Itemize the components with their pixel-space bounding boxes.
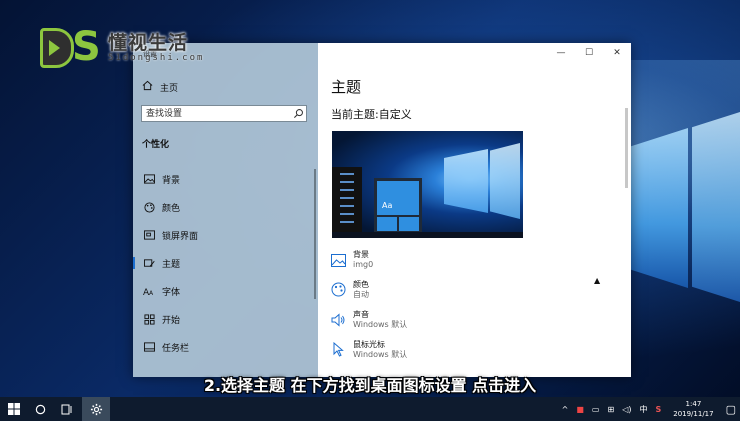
close-button[interactable]: ✕ [603,43,631,63]
preview-tile-text: Aa [382,201,393,210]
system-tray: ^ ■ ▭ ⊞ ◁) 中 S 1:47 2019/11/17 ▢ [558,397,740,421]
maximize-button[interactable]: ☐ [575,43,603,63]
setting-name: 背景 [353,250,369,259]
video-subtitle: 2.选择主题 在下方找到桌面图标设置 点击进入 [203,376,537,395]
speaker-icon [331,312,347,328]
sidebar-item-taskbar[interactable]: 任务栏 [133,333,318,361]
volume-icon[interactable]: ◁) [622,405,631,414]
start-icon [143,313,155,325]
setting-value: Windows 默认 [353,320,408,329]
sidebar-item-background[interactable]: 背景 [133,165,318,193]
wallpaper-window-pane-left [628,128,688,288]
search-box [141,105,307,122]
watermark-logo-icon: S [40,24,102,70]
task-view-button[interactable] [53,397,81,421]
theme-settings-list: 背景 img0 颜色 自动 声音 Windows 默认 鼠标光标 Windows… [331,250,407,370]
window-controls: — ☐ ✕ [547,43,631,63]
sidebar-item-label: 锁屏界面 [162,231,199,242]
search-icon[interactable] [293,104,304,123]
setting-value: Windows 默认 [353,350,408,359]
circle-icon [35,404,45,414]
image-icon [143,173,155,185]
clock[interactable]: 1:47 2019/11/17 [673,399,713,419]
chevron-up-icon[interactable]: ^ [562,405,569,414]
start-button[interactable] [0,397,28,421]
sidebar-item-colors[interactable]: 颜色 [133,193,318,221]
lock-screen-icon [143,229,155,241]
notification-icon[interactable]: ▢ [726,403,736,416]
theme-setting-mouse-cursor[interactable]: 鼠标光标 Windows 默认 [331,340,407,370]
sidebar-item-label: 主题 [162,259,181,270]
theme-setting-color[interactable]: 颜色 自动 [331,280,407,310]
theme-icon [143,257,155,269]
home-icon [142,80,153,94]
network-icon[interactable]: ▭ [592,405,600,414]
current-theme-label: 当前主题:自定义 [331,108,412,121]
preview-sidebar [332,167,362,238]
section-heading: 个性化 [142,140,170,150]
windows-logo-icon [8,403,20,415]
setting-name: 声音 [353,310,369,319]
image-icon [331,252,347,268]
sidebar-home-label: 主页 [160,83,179,94]
preview-taskbar [332,232,523,238]
sidebar-home[interactable]: 主页 [142,80,178,94]
sidebar-item-label: 任务栏 [162,343,190,354]
setting-name: 颜色 [353,280,369,289]
preview-window-pane-right [490,143,520,219]
search-input[interactable] [142,107,293,120]
watermark-title: 懂视生活 [108,32,189,54]
ime-indicator[interactable]: 中 [639,404,647,415]
page-title: 主题 [331,78,362,96]
palette-icon [143,201,155,213]
sidebar-item-label: 背景 [162,175,181,186]
sidebar-item-start[interactable]: 开始 [133,305,318,333]
themes-page: — ☐ ✕ 主题 当前主题:自定义 Aa ▲ 背景 img0 颜色 自动 声音 … [318,43,631,377]
minimize-button[interactable]: — [547,43,575,63]
gear-icon [90,403,102,415]
sogou-icon[interactable]: S [655,405,661,414]
preview-window-pane-left [444,149,488,213]
palette-icon [331,282,347,298]
keyboard-icon[interactable]: ⊞ [607,405,614,414]
clock-time: 1:47 [685,400,702,408]
sidebar-item-label: 字体 [162,287,181,298]
security-icon[interactable]: ■ [576,405,584,414]
theme-preview[interactable]: Aa [332,131,523,238]
sidebar-item-label: 颜色 [162,203,181,214]
sidebar-item-themes[interactable]: 主题 [133,249,318,277]
sidebar-scrollbar[interactable] [314,169,316,299]
font-icon: AA [143,285,155,297]
cortana-button[interactable] [26,397,54,421]
page-scrollbar[interactable] [625,108,628,188]
setting-name: 鼠标光标 [353,340,385,349]
clock-date: 2019/11/17 [673,410,714,418]
taskbar-icon [143,341,155,353]
sidebar-item-lock-screen[interactable]: 锁屏界面 [133,221,318,249]
taskbar: ^ ■ ▭ ⊞ ◁) 中 S 1:47 2019/11/17 ▢ [0,397,740,421]
settings-sidebar: 设置 主页 个性化 背景 颜色 锁屏界面 [133,43,318,377]
mouse-cursor-icon: ▲ [594,276,601,285]
theme-setting-sound[interactable]: 声音 Windows 默认 [331,310,407,340]
preview-tile [377,217,397,231]
watermark-url: 51dongshi.com [108,53,205,63]
sidebar-nav: 背景 颜色 锁屏界面 主题 AA 字体 开始 任务栏 [133,165,318,361]
wallpaper-window-pane-right [692,112,740,302]
setting-value: img0 [353,260,374,269]
taskbar-settings-app[interactable] [82,397,110,421]
setting-value: 自动 [353,290,369,299]
preview-tile [399,217,419,231]
svg-text:A: A [149,290,154,296]
theme-setting-background[interactable]: 背景 img0 [331,250,407,280]
task-view-icon [61,404,72,414]
settings-window: 设置 主页 个性化 背景 颜色 锁屏界面 [133,43,631,377]
watermark: S 懂视生活 51dongshi.com [40,24,205,70]
cursor-icon [331,341,347,358]
sidebar-item-fonts[interactable]: AA 字体 [133,277,318,305]
sidebar-item-label: 开始 [162,315,181,326]
